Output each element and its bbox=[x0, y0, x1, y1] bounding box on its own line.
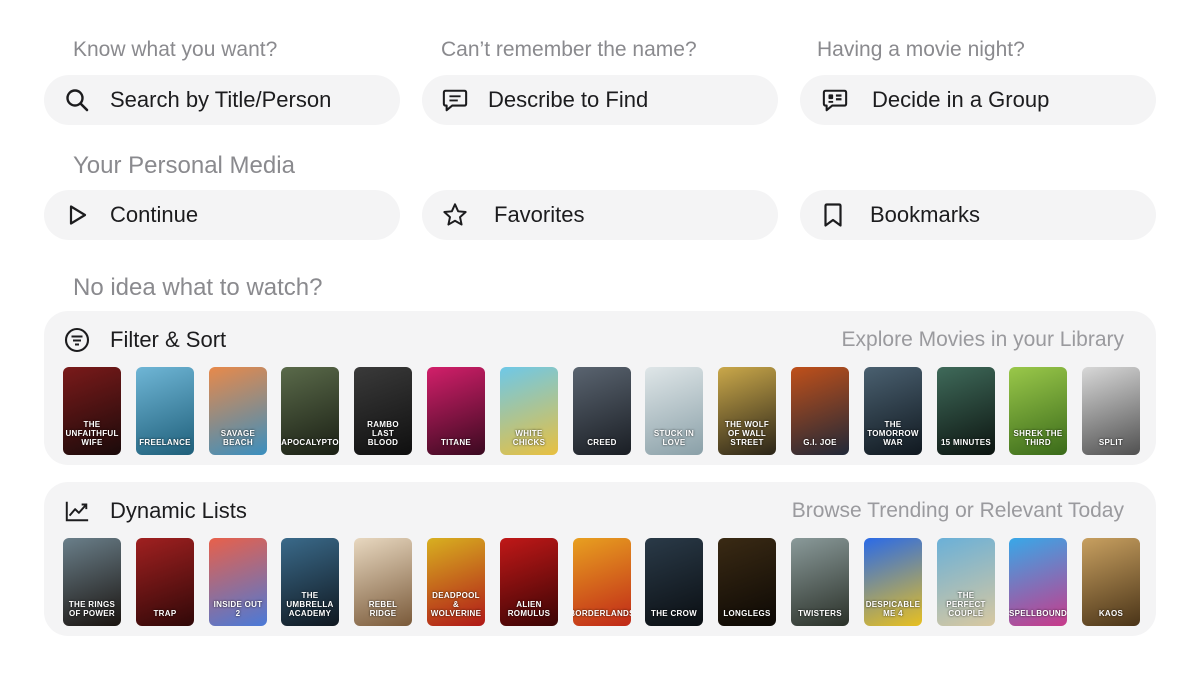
search-by-title-label: Search by Title/Person bbox=[110, 87, 332, 112]
discover-heading: No idea what to watch? bbox=[73, 274, 323, 301]
filter-poster-title: Freelance bbox=[139, 438, 191, 447]
dynamic-poster-title: The Perfect Couple bbox=[946, 591, 986, 618]
dynamic-poster-title: Inside Out 2 bbox=[213, 600, 263, 618]
filter-poster[interactable]: The Tomorrow War bbox=[864, 367, 922, 455]
dynamic-lists-card[interactable]: Dynamic Lists Browse Trending or Relevan… bbox=[44, 482, 1156, 636]
filter-poster[interactable]: White Chicks bbox=[500, 367, 558, 455]
dynamic-poster-title: Despicable Me 4 bbox=[865, 600, 921, 618]
bookmark-icon bbox=[820, 202, 846, 228]
dynamic-poster-title: Twisters bbox=[798, 609, 842, 618]
filter-sort-card[interactable]: Filter & Sort Explore Movies in your Lib… bbox=[44, 311, 1156, 465]
dynamic-poster-title: The Crow bbox=[651, 609, 697, 618]
continue-button[interactable]: Continue bbox=[44, 190, 400, 240]
search-by-title-button[interactable]: Search by Title/Person bbox=[44, 75, 400, 125]
dynamic-poster-title: Borderlands bbox=[573, 609, 631, 618]
filter-poster-title: G.I. Joe bbox=[803, 438, 837, 447]
filter-sort-header[interactable]: Filter & Sort Explore Movies in your Lib… bbox=[64, 325, 1124, 355]
dynamic-poster[interactable]: Trap bbox=[136, 538, 194, 626]
dynamic-poster[interactable]: The Crow bbox=[645, 538, 703, 626]
filter-poster[interactable]: Creed bbox=[573, 367, 631, 455]
filter-poster[interactable]: The Wolf of Wall Street bbox=[718, 367, 776, 455]
dynamic-poster-title: Rebel Ridge bbox=[368, 600, 398, 618]
group-chat-icon bbox=[822, 87, 848, 113]
bookmarks-button[interactable]: Bookmarks bbox=[800, 190, 1156, 240]
describe-to-find-label: Describe to Find bbox=[488, 87, 649, 112]
dynamic-poster[interactable]: The Umbrella Academy bbox=[281, 538, 339, 626]
dynamic-poster-title: The Rings of Power bbox=[68, 600, 116, 618]
dynamic-poster[interactable]: Inside Out 2 bbox=[209, 538, 267, 626]
filter-poster-title: Savage Beach bbox=[220, 429, 256, 447]
prompt-know-what-you-want: Know what you want? bbox=[73, 38, 278, 61]
filter-sort-subtitle: Explore Movies in your Library bbox=[841, 328, 1124, 351]
decide-in-group-button[interactable]: Decide in a Group bbox=[800, 75, 1156, 125]
dynamic-lists-title: Dynamic Lists bbox=[110, 498, 247, 523]
dynamic-poster[interactable]: Rebel Ridge bbox=[354, 538, 412, 626]
favorites-button[interactable]: Favorites bbox=[422, 190, 778, 240]
dynamic-poster-title: Deadpool & Wolverine bbox=[430, 591, 482, 618]
filter-poster-title: Creed bbox=[587, 438, 617, 447]
filter-poster[interactable]: Shrek the Third bbox=[1009, 367, 1067, 455]
filter-poster[interactable]: 15 Minutes bbox=[937, 367, 995, 455]
describe-to-find-button[interactable]: Describe to Find bbox=[422, 75, 778, 125]
bookmarks-label: Bookmarks bbox=[870, 202, 981, 227]
filter-poster-title: White Chicks bbox=[512, 429, 546, 447]
search-icon bbox=[64, 87, 90, 113]
dynamic-lists-header[interactable]: Dynamic Lists Browse Trending or Relevan… bbox=[64, 496, 1124, 526]
dynamic-poster-title: Trap bbox=[153, 609, 177, 618]
prompt-cant-remember-name: Can’t remember the name? bbox=[441, 38, 697, 61]
filter-poster-title: The Wolf of Wall Street bbox=[724, 420, 770, 447]
filter-poster-title: Apocalypto bbox=[281, 438, 339, 447]
filter-poster[interactable]: Split bbox=[1082, 367, 1140, 455]
filter-poster[interactable]: Freelance bbox=[136, 367, 194, 455]
dynamic-lists-subtitle: Browse Trending or Relevant Today bbox=[791, 499, 1124, 522]
dynamic-poster[interactable]: Longlegs bbox=[718, 538, 776, 626]
play-icon bbox=[64, 202, 90, 228]
dynamic-poster[interactable]: Alien Romulus bbox=[500, 538, 558, 626]
filter-poster[interactable]: G.I. Joe bbox=[791, 367, 849, 455]
filter-poster-title: Stuck in Love bbox=[653, 429, 695, 447]
filter-poster[interactable]: Stuck in Love bbox=[645, 367, 703, 455]
dynamic-poster-title: Spellbound bbox=[1009, 609, 1067, 618]
dynamic-poster-title: Alien Romulus bbox=[507, 600, 551, 618]
filter-poster-title: Titane bbox=[440, 438, 472, 447]
favorites-label: Favorites bbox=[494, 202, 585, 227]
filter-poster-title: Shrek the Third bbox=[1013, 429, 1063, 447]
dynamic-poster[interactable]: Borderlands bbox=[573, 538, 631, 626]
prompt-movie-night: Having a movie night? bbox=[817, 38, 1025, 61]
dynamic-poster[interactable]: The Perfect Couple bbox=[937, 538, 995, 626]
filter-poster[interactable]: Savage Beach bbox=[209, 367, 267, 455]
dynamic-poster-title: The Umbrella Academy bbox=[286, 591, 334, 618]
star-icon bbox=[442, 202, 468, 228]
dynamic-poster[interactable]: Kaos bbox=[1082, 538, 1140, 626]
dynamic-poster[interactable]: Twisters bbox=[791, 538, 849, 626]
filter-poster[interactable]: Titane bbox=[427, 367, 485, 455]
dynamic-poster[interactable]: The Rings of Power bbox=[63, 538, 121, 626]
dynamic-poster-title: Kaos bbox=[1098, 609, 1124, 618]
chat-bubble-icon bbox=[442, 87, 468, 113]
dynamic-poster-title: Longlegs bbox=[723, 609, 771, 618]
dynamic-poster[interactable]: Despicable Me 4 bbox=[864, 538, 922, 626]
dynamic-poster[interactable]: Deadpool & Wolverine bbox=[427, 538, 485, 626]
dynamic-poster[interactable]: Spellbound bbox=[1009, 538, 1067, 626]
filter-poster[interactable]: The Unfaithful Wife bbox=[63, 367, 121, 455]
filter-poster[interactable]: Apocalypto bbox=[281, 367, 339, 455]
filter-poster-title: Split bbox=[1098, 438, 1124, 447]
personal-media-heading: Your Personal Media bbox=[73, 152, 295, 179]
filter-sort-title: Filter & Sort bbox=[110, 327, 227, 352]
decide-in-group-label: Decide in a Group bbox=[872, 87, 1050, 112]
filter-poster-title: The Tomorrow War bbox=[867, 420, 919, 447]
filter-poster[interactable]: Rambo Last Blood bbox=[354, 367, 412, 455]
filter-poster-title: 15 Minutes bbox=[940, 438, 992, 447]
filter-lines-icon bbox=[64, 327, 90, 353]
filter-poster-title: Rambo Last Blood bbox=[367, 420, 399, 447]
continue-label: Continue bbox=[110, 202, 199, 227]
trending-chart-icon bbox=[64, 498, 90, 524]
filter-poster-title: The Unfaithful Wife bbox=[65, 420, 119, 447]
